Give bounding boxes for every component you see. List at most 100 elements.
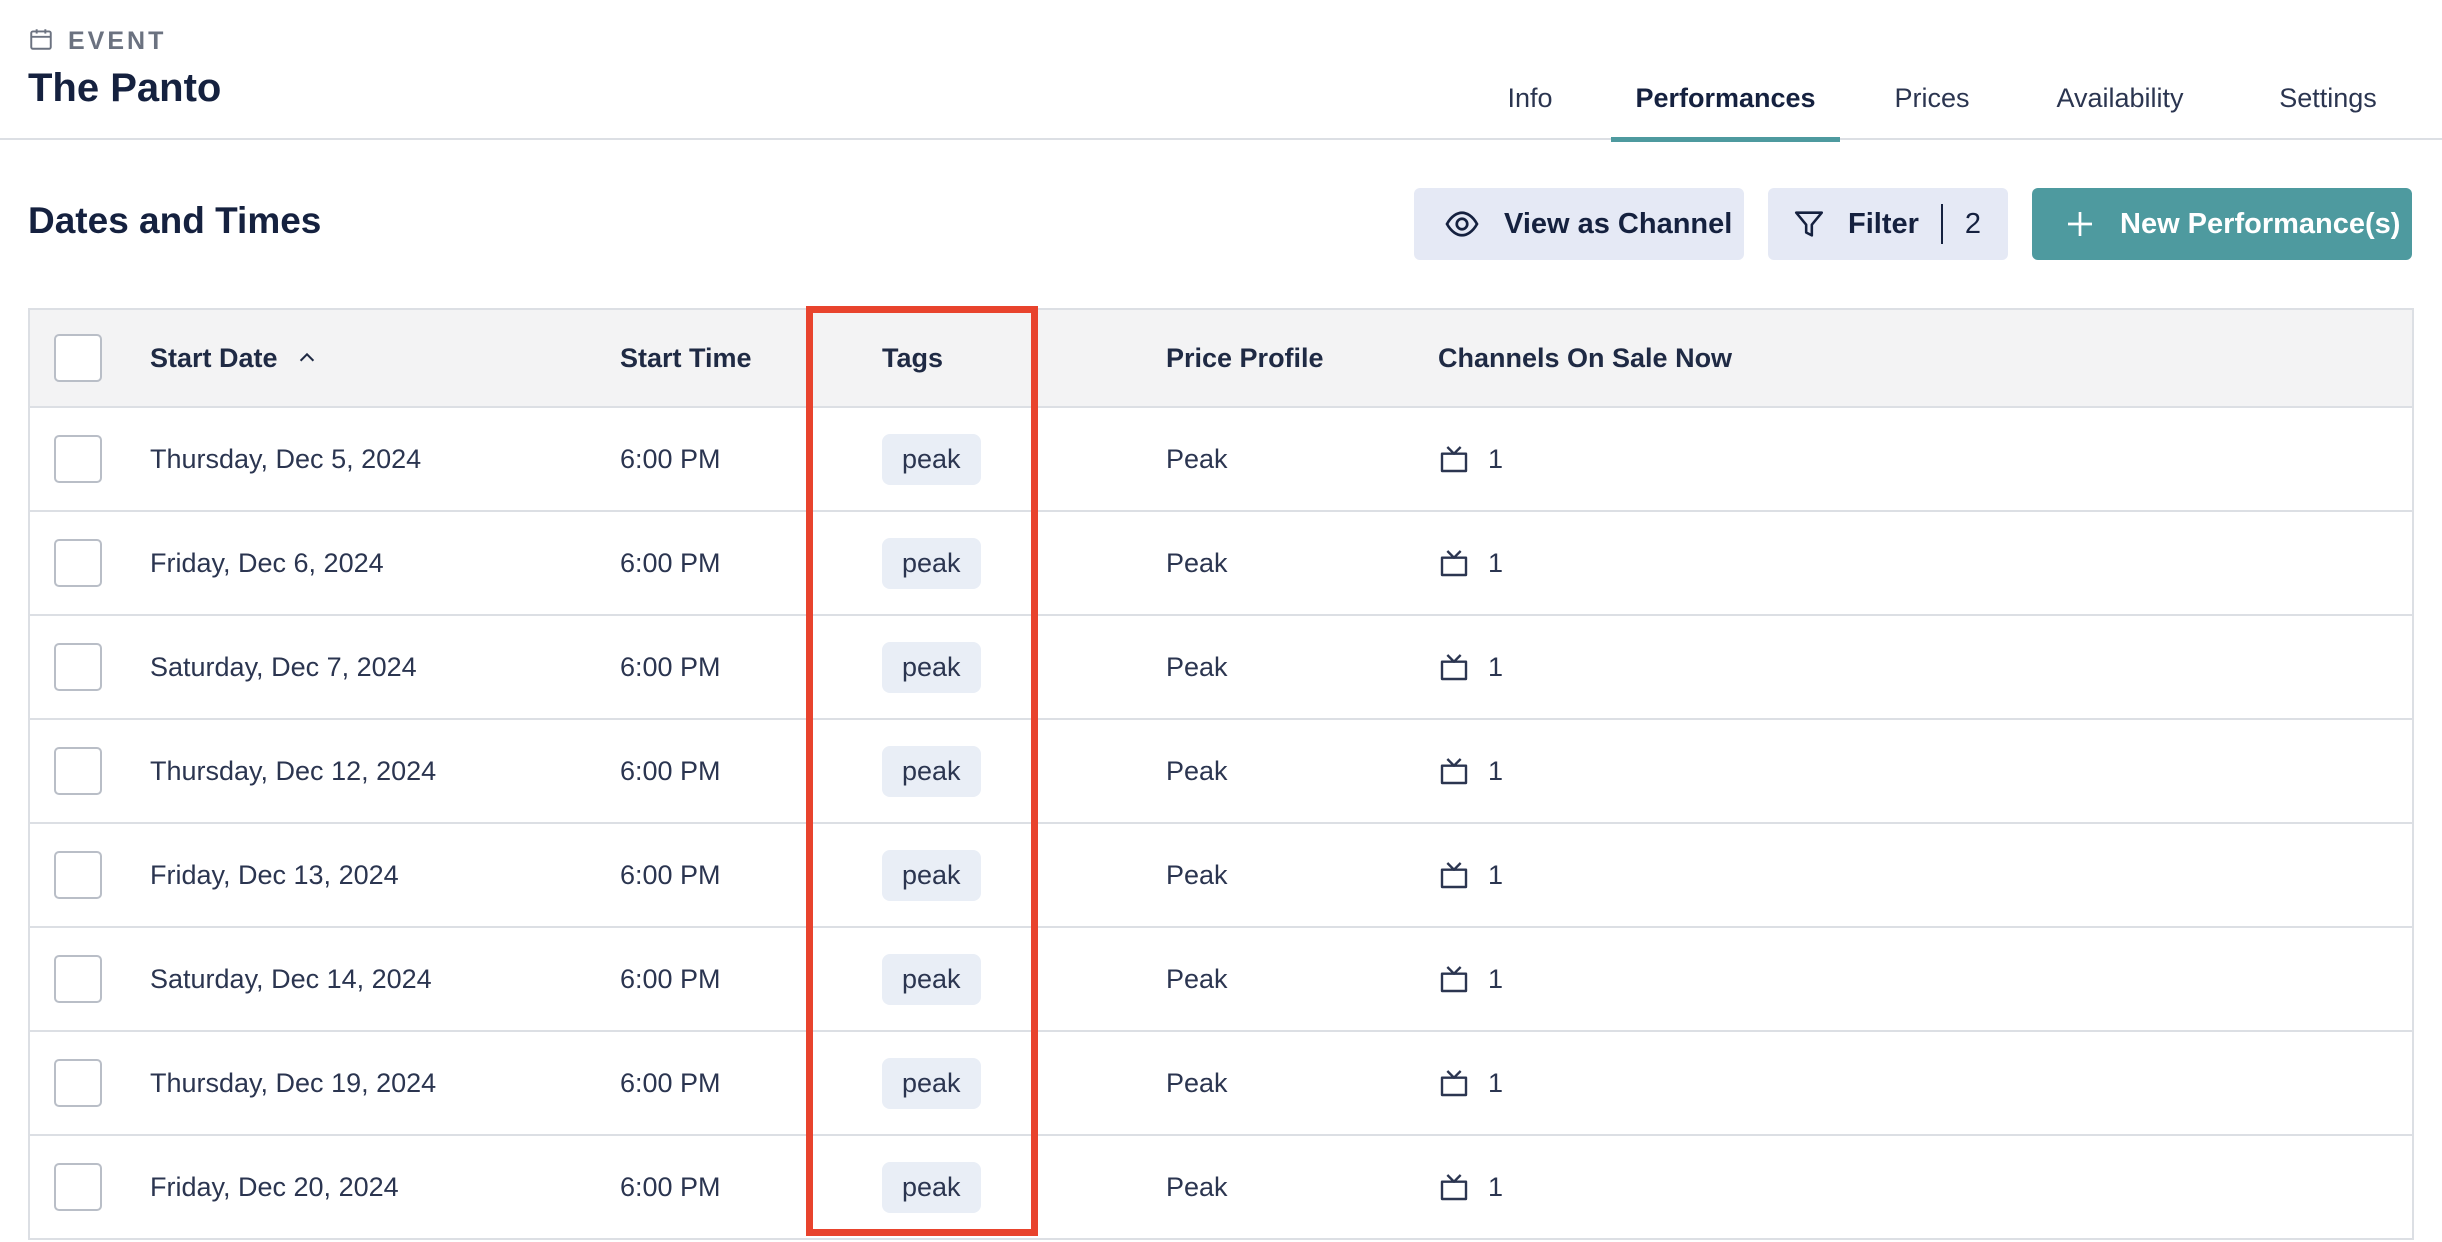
cell-start-date: Saturday, Dec 14, 2024 (150, 963, 432, 994)
column-header-price-profile: Price Profile (1166, 342, 1324, 373)
cell-price-profile: Peak (1166, 1067, 1228, 1098)
tv-icon (1438, 1171, 1470, 1203)
plus-icon (2064, 208, 2096, 240)
tab-bar: Info Performances Prices Availability Se… (0, 70, 2442, 142)
cell-start-time: 6:00 PM (620, 443, 721, 474)
cell-price-profile: Peak (1166, 963, 1228, 994)
tab-performances[interactable]: Performances (1611, 70, 1840, 142)
table-row[interactable]: Saturday, Dec 7, 2024 6:00 PM peak Peak … (30, 616, 2412, 720)
tab-info[interactable]: Info (1490, 70, 1570, 140)
view-as-channel-label: View as Channel (1504, 207, 1733, 240)
tag-badge: peak (882, 433, 981, 485)
cell-tags: peak (882, 1032, 981, 1134)
cell-channels: 1 (1438, 1136, 1503, 1238)
cell-start-date: Thursday, Dec 19, 2024 (150, 1067, 437, 1098)
row-checkbox[interactable] (54, 435, 102, 483)
cell-channels: 1 (1438, 616, 1503, 718)
performances-table: Start Date Start Time Tags Price Profile… (28, 308, 2414, 1240)
tag-badge: peak (882, 953, 981, 1005)
cell-start-time: 6:00 PM (620, 651, 721, 682)
table-row[interactable]: Saturday, Dec 14, 2024 6:00 PM peak Peak… (30, 928, 2412, 1032)
column-header-tags: Tags (882, 342, 944, 373)
tab-prices[interactable]: Prices (1880, 70, 1984, 140)
column-header-channels: Channels On Sale Now (1438, 342, 1733, 373)
cell-tags: peak (882, 512, 981, 614)
row-checkbox[interactable] (54, 851, 102, 899)
row-checkbox[interactable] (54, 1059, 102, 1107)
filter-icon (1792, 207, 1826, 241)
cell-tags: peak (882, 1136, 981, 1238)
column-label-start-date: Start Date (150, 342, 278, 373)
row-checkbox[interactable] (54, 955, 102, 1003)
view-as-channel-button[interactable]: View as Channel (1414, 188, 1744, 260)
sort-ascending-icon (296, 347, 318, 369)
tv-icon (1438, 1067, 1470, 1099)
cell-channels: 1 (1438, 824, 1503, 926)
event-kicker: EVENT (28, 26, 166, 57)
cell-start-date: Friday, Dec 20, 2024 (150, 1171, 399, 1202)
table-row[interactable]: Friday, Dec 6, 2024 6:00 PM peak Peak 1 (30, 512, 2412, 616)
cell-start-date: Friday, Dec 13, 2024 (150, 859, 399, 890)
cell-tags: peak (882, 720, 981, 822)
filter-count-badge: 2 (1964, 207, 1982, 240)
cell-start-date: Thursday, Dec 12, 2024 (150, 755, 437, 786)
cell-start-date: Saturday, Dec 7, 2024 (150, 651, 417, 682)
tab-availability[interactable]: Availability (2045, 70, 2195, 140)
cell-start-time: 6:00 PM (620, 547, 721, 578)
channel-count: 1 (1488, 547, 1504, 578)
channel-count: 1 (1488, 651, 1504, 682)
cell-tags: peak (882, 408, 981, 510)
channel-count: 1 (1488, 755, 1504, 786)
cell-tags: peak (882, 824, 981, 926)
tv-icon (1438, 443, 1470, 475)
cell-start-time: 6:00 PM (620, 1171, 721, 1202)
tag-badge: peak (882, 1057, 981, 1109)
cell-channels: 1 (1438, 408, 1503, 510)
tag-badge: peak (882, 537, 981, 589)
channel-count: 1 (1488, 963, 1504, 994)
cell-start-date: Friday, Dec 6, 2024 (150, 547, 384, 578)
column-header-start-date[interactable]: Start Date (150, 310, 318, 406)
tv-icon (1438, 547, 1470, 579)
filter-label: Filter (1848, 207, 1919, 240)
cell-channels: 1 (1438, 720, 1503, 822)
channel-count: 1 (1488, 1067, 1504, 1098)
table-row[interactable]: Thursday, Dec 5, 2024 6:00 PM peak Peak … (30, 408, 2412, 512)
row-checkbox[interactable] (54, 1163, 102, 1211)
channel-count: 1 (1488, 443, 1504, 474)
channel-count: 1 (1488, 859, 1504, 890)
select-all-checkbox[interactable] (54, 334, 102, 382)
section-title: Dates and Times (28, 200, 322, 241)
cell-start-date: Thursday, Dec 5, 2024 (150, 443, 422, 474)
tag-badge: peak (882, 1161, 981, 1213)
row-checkbox[interactable] (54, 643, 102, 691)
cell-price-profile: Peak (1166, 547, 1228, 578)
cell-start-time: 6:00 PM (620, 755, 721, 786)
channel-count: 1 (1488, 1171, 1504, 1202)
eye-icon (1444, 206, 1480, 242)
cell-price-profile: Peak (1166, 859, 1228, 890)
event-kicker-label: EVENT (68, 27, 167, 55)
table-row[interactable]: Friday, Dec 20, 2024 6:00 PM peak Peak 1 (30, 1136, 2412, 1240)
table-header: Start Date Start Time Tags Price Profile… (30, 310, 2412, 408)
table-body: Thursday, Dec 5, 2024 6:00 PM peak Peak … (30, 408, 2412, 1240)
row-checkbox[interactable] (54, 747, 102, 795)
cell-price-profile: Peak (1166, 1171, 1228, 1202)
cell-tags: peak (882, 928, 981, 1030)
calendar-icon (28, 26, 54, 57)
cell-price-profile: Peak (1166, 755, 1228, 786)
cell-channels: 1 (1438, 928, 1503, 1030)
new-performance-button[interactable]: New Performance(s) (2032, 188, 2412, 260)
table-row[interactable]: Thursday, Dec 19, 2024 6:00 PM peak Peak… (30, 1032, 2412, 1136)
tab-settings[interactable]: Settings (2264, 70, 2392, 140)
tag-badge: peak (882, 849, 981, 901)
cell-price-profile: Peak (1166, 651, 1228, 682)
table-row[interactable]: Thursday, Dec 12, 2024 6:00 PM peak Peak… (30, 720, 2412, 824)
table-row[interactable]: Friday, Dec 13, 2024 6:00 PM peak Peak 1 (30, 824, 2412, 928)
tv-icon (1438, 755, 1470, 787)
new-performance-label: New Performance(s) (2120, 207, 2401, 240)
tv-icon (1438, 963, 1470, 995)
filter-button[interactable]: Filter 2 (1768, 188, 2008, 260)
row-checkbox[interactable] (54, 539, 102, 587)
tag-badge: peak (882, 641, 981, 693)
